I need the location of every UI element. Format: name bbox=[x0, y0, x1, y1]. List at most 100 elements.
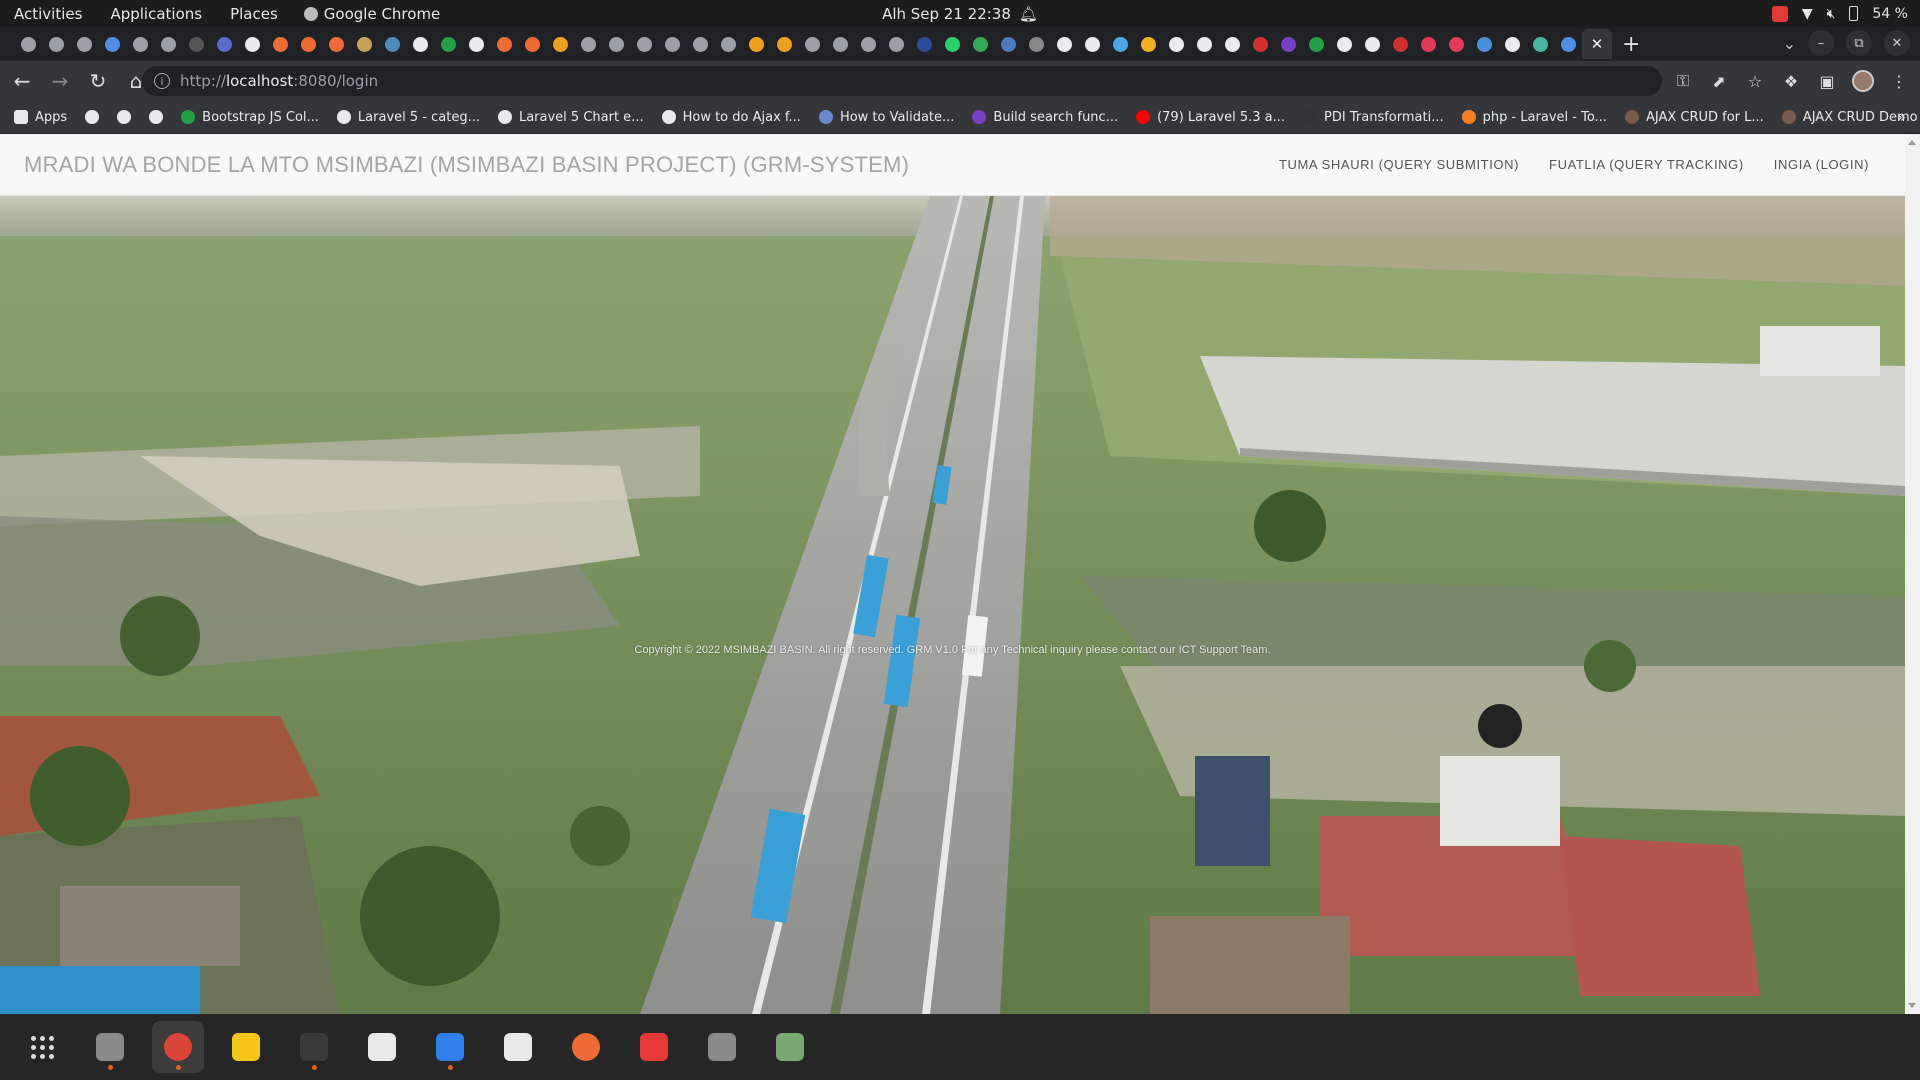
dock-chrome[interactable] bbox=[152, 1021, 204, 1073]
pinned-tab[interactable] bbox=[854, 30, 882, 58]
bookmark-item[interactable]: AJAX CRUD for L... bbox=[1624, 110, 1764, 125]
pinned-tab[interactable] bbox=[686, 30, 714, 58]
pinned-tab[interactable] bbox=[1134, 30, 1162, 58]
minimize-button[interactable]: – bbox=[1808, 30, 1834, 56]
pinned-tab[interactable] bbox=[938, 30, 966, 58]
bookmark-item[interactable] bbox=[149, 110, 164, 124]
pinned-tab[interactable] bbox=[14, 30, 42, 58]
pinned-tab[interactable] bbox=[658, 30, 686, 58]
bookmark-item[interactable]: Build search func... bbox=[972, 110, 1118, 125]
pinned-tab[interactable] bbox=[1554, 30, 1582, 58]
pinned-tab[interactable] bbox=[1050, 30, 1078, 58]
bookmark-item[interactable]: (79) Laravel 5.3 a... bbox=[1136, 110, 1285, 125]
dock-postman[interactable] bbox=[560, 1021, 612, 1073]
pinned-tab[interactable] bbox=[126, 30, 154, 58]
pinned-tab[interactable] bbox=[406, 30, 434, 58]
key-icon[interactable]: ⚿ bbox=[1672, 70, 1694, 92]
address-bar[interactable]: i http://localhost:8080/login bbox=[142, 66, 1662, 96]
pinned-tab[interactable] bbox=[1078, 30, 1106, 58]
pinned-tab[interactable] bbox=[70, 30, 98, 58]
pinned-tab[interactable] bbox=[154, 30, 182, 58]
new-tab-button[interactable]: + bbox=[1612, 32, 1650, 57]
pinned-tab[interactable] bbox=[1218, 30, 1246, 58]
tab-search-icon[interactable]: ⌄ bbox=[1783, 34, 1796, 53]
pinned-tab[interactable] bbox=[210, 30, 238, 58]
pinned-tab[interactable] bbox=[490, 30, 518, 58]
dock-trash[interactable] bbox=[764, 1021, 816, 1073]
pinned-tab[interactable] bbox=[1190, 30, 1218, 58]
pinned-tab[interactable] bbox=[742, 30, 770, 58]
share-icon[interactable]: ⬈ bbox=[1708, 70, 1730, 92]
side-panel-icon[interactable]: ▣ bbox=[1816, 70, 1838, 92]
restore-button[interactable]: ⧉ bbox=[1846, 30, 1872, 56]
menu-kebab-icon[interactable]: ⋮ bbox=[1888, 70, 1910, 92]
bookmark-item[interactable]: How to Validate... bbox=[818, 110, 954, 125]
pinned-tab[interactable] bbox=[1246, 30, 1274, 58]
activities-button[interactable]: Activities bbox=[0, 5, 96, 23]
pinned-tab[interactable] bbox=[1022, 30, 1050, 58]
pinned-tab[interactable] bbox=[1526, 30, 1554, 58]
pinned-tab[interactable] bbox=[1498, 30, 1526, 58]
reload-icon[interactable]: ↻ bbox=[82, 65, 114, 97]
forward-icon[interactable]: → bbox=[44, 65, 76, 97]
pinned-tab[interactable] bbox=[1274, 30, 1302, 58]
pinned-tab[interactable] bbox=[826, 30, 854, 58]
site-info-icon[interactable]: i bbox=[154, 73, 170, 89]
pinned-tab[interactable] bbox=[994, 30, 1022, 58]
system-tray[interactable]: ▼ 🔇︎ 54 % bbox=[1771, 5, 1908, 22]
clock[interactable]: Alh Sep 21 22:38 🔔︎ bbox=[882, 5, 1038, 23]
scroll-up-arrow-icon[interactable] bbox=[1908, 140, 1916, 145]
bookmarks-overflow-icon[interactable]: » bbox=[1897, 108, 1906, 126]
pinned-tab[interactable] bbox=[910, 30, 938, 58]
dock-vscode[interactable] bbox=[424, 1021, 476, 1073]
pinned-tab[interactable] bbox=[630, 30, 658, 58]
nav-query-tracking[interactable]: FUATLIA (QUERY TRACKING) bbox=[1549, 157, 1744, 172]
dock-show-apps[interactable] bbox=[16, 1021, 68, 1073]
bookmark-item[interactable]: Bootstrap JS Col... bbox=[181, 110, 319, 125]
nav-login[interactable]: INGIA (LOGIN) bbox=[1774, 157, 1869, 172]
dock-rhythmbox[interactable] bbox=[220, 1021, 272, 1073]
pinned-tab[interactable] bbox=[350, 30, 378, 58]
bookmark-apps[interactable]: Apps bbox=[14, 110, 67, 125]
back-icon[interactable]: ← bbox=[6, 65, 38, 97]
pinned-tab[interactable] bbox=[882, 30, 910, 58]
dock-archive[interactable] bbox=[696, 1021, 748, 1073]
pinned-tab[interactable] bbox=[798, 30, 826, 58]
pinned-tab[interactable] bbox=[574, 30, 602, 58]
active-app-menu[interactable]: Google Chrome bbox=[303, 5, 440, 23]
pinned-tab[interactable] bbox=[434, 30, 462, 58]
page-scrollbar[interactable] bbox=[1905, 134, 1920, 1014]
pinned-tab[interactable] bbox=[462, 30, 490, 58]
places-menu[interactable]: Places bbox=[216, 5, 292, 23]
nav-query-submission[interactable]: TUMA SHAURI (QUERY SUBMITION) bbox=[1279, 157, 1519, 172]
site-brand[interactable]: MRADI WA BONDE LA MTO MSIMBAZI (MSIMBAZI… bbox=[24, 152, 909, 178]
pinned-tab[interactable] bbox=[322, 30, 350, 58]
pinned-tab[interactable] bbox=[42, 30, 70, 58]
pinned-tab[interactable] bbox=[1330, 30, 1358, 58]
bookmark-item[interactable]: Laravel 5 - categ... bbox=[336, 110, 480, 125]
dock-files[interactable] bbox=[84, 1021, 136, 1073]
bookmark-item[interactable]: How to do Ajax f... bbox=[661, 110, 801, 125]
bookmark-item[interactable]: php - Laravel - To... bbox=[1461, 110, 1607, 125]
close-window-button[interactable]: ✕ bbox=[1884, 30, 1910, 56]
pinned-tab[interactable] bbox=[518, 30, 546, 58]
tab-close-icon[interactable]: ✕ bbox=[1582, 29, 1612, 59]
bookmark-item[interactable] bbox=[117, 110, 132, 124]
bookmark-item[interactable] bbox=[85, 110, 100, 124]
pinned-tab[interactable] bbox=[1162, 30, 1190, 58]
bookmark-star-icon[interactable]: ☆ bbox=[1744, 70, 1766, 92]
pinned-tab[interactable] bbox=[1386, 30, 1414, 58]
pinned-tab[interactable] bbox=[1414, 30, 1442, 58]
pinned-tab[interactable] bbox=[546, 30, 574, 58]
pinned-tab[interactable] bbox=[378, 30, 406, 58]
pinned-tab[interactable] bbox=[770, 30, 798, 58]
bookmark-item[interactable]: Laravel 5 Chart e... bbox=[497, 110, 644, 125]
pinned-tab[interactable] bbox=[966, 30, 994, 58]
profile-avatar[interactable] bbox=[1852, 70, 1874, 92]
pinned-tab[interactable] bbox=[182, 30, 210, 58]
pinned-tab[interactable] bbox=[602, 30, 630, 58]
dock-terminal[interactable] bbox=[288, 1021, 340, 1073]
dock-inkscape[interactable] bbox=[356, 1021, 408, 1073]
pinned-tab[interactable] bbox=[1106, 30, 1134, 58]
pinned-tab[interactable] bbox=[1470, 30, 1498, 58]
